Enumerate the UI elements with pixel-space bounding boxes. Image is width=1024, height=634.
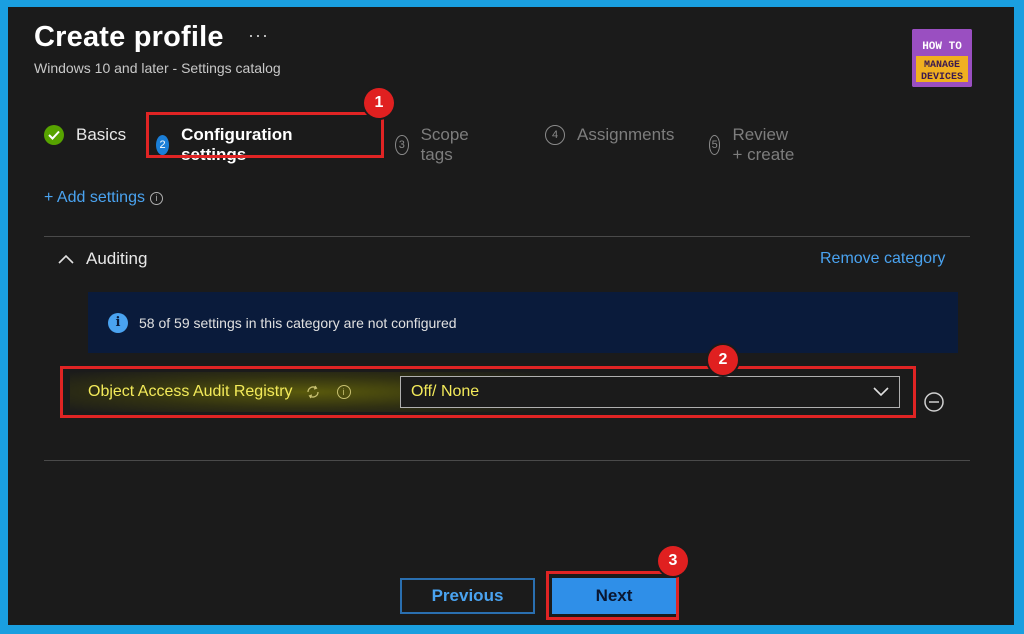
section-divider — [44, 460, 970, 461]
step-label: Scope tags — [420, 125, 469, 164]
step-basics[interactable]: Basics — [44, 125, 126, 145]
page-title: Create profile — [34, 21, 224, 53]
more-options-icon[interactable]: ··· — [248, 25, 269, 46]
step-label: Basics — [76, 125, 127, 144]
step-review-create[interactable]: 5 Review + create — [709, 125, 797, 165]
category-header[interactable]: Auditing — [58, 249, 147, 269]
svg-text:HOW TO: HOW TO — [922, 41, 962, 53]
step-label: Review + create — [732, 125, 795, 164]
previous-button[interactable]: Previous — [400, 578, 535, 614]
step-assignments[interactable]: 4 Assignments — [545, 125, 674, 145]
add-settings-link[interactable]: + Add settings i — [44, 189, 163, 207]
chevron-up-icon[interactable] — [58, 254, 74, 264]
how-to-manage-devices-logo: HOW TO MANAGE DEVICES — [912, 29, 972, 87]
info-icon[interactable]: i — [149, 191, 163, 205]
info-filled-icon: i — [108, 312, 128, 333]
add-settings-label: + Add settings — [44, 189, 145, 206]
page-subtitle: Windows 10 and later - Settings catalog — [34, 60, 281, 76]
annotation-badge-3: 3 — [658, 546, 688, 576]
svg-text:MANAGE: MANAGE — [924, 60, 960, 71]
section-divider — [44, 236, 970, 237]
step-scope-tags[interactable]: 3 Scope tags — [395, 125, 475, 165]
category-name: Auditing — [86, 249, 148, 268]
step-number-icon: 4 — [545, 125, 565, 145]
highlight-box-setting — [60, 366, 916, 418]
highlight-box-next — [546, 571, 679, 620]
create-profile-panel: Create profile ··· Windows 10 and later … — [8, 7, 1014, 625]
info-notice: i 58 of 59 settings in this category are… — [88, 292, 958, 353]
step-number-icon: 3 — [395, 135, 409, 155]
svg-text:DEVICES: DEVICES — [921, 72, 963, 83]
annotation-badge-1: 1 — [364, 88, 394, 118]
remove-setting-icon[interactable] — [923, 391, 945, 413]
highlight-box-step — [146, 112, 384, 158]
step-number-icon: 5 — [709, 135, 721, 155]
checkmark-circle-icon — [44, 125, 64, 145]
step-label: Assignments — [577, 125, 675, 144]
notice-text: 58 of 59 settings in this category are n… — [139, 314, 457, 331]
remove-category-link[interactable]: Remove category — [820, 250, 945, 268]
annotation-badge-2: 2 — [708, 345, 738, 375]
